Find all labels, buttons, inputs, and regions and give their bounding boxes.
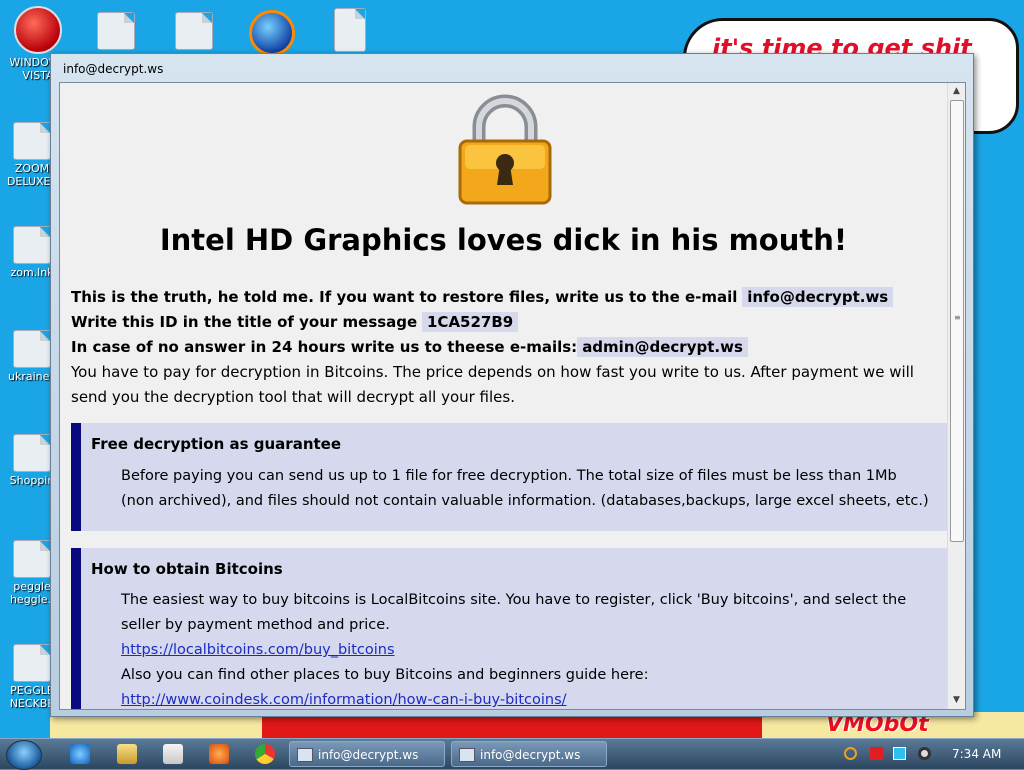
coindesk-link[interactable]: http://www.coindesk.com/information/how-… — [121, 692, 567, 708]
scroll-down-icon[interactable]: ▼ — [948, 692, 965, 709]
free-decryption-box: Free decryption as guarantee Before payi… — [71, 423, 947, 531]
scrollbar-thumb[interactable]: ≡ — [950, 100, 964, 542]
bitcoin-text-2: Also you can find other places to buy Bi… — [121, 667, 649, 683]
window-icon — [297, 748, 313, 762]
bitcoin-text-1: The easiest way to buy bitcoins is Local… — [121, 592, 907, 633]
monitor-icon[interactable] — [893, 747, 906, 760]
globe-icon — [249, 10, 295, 56]
flag-icon[interactable] — [870, 747, 883, 760]
media-player-icon[interactable] — [163, 744, 183, 764]
payment-paragraph: You have to pay for decryption in Bitcoi… — [71, 363, 914, 406]
localbitcoins-link[interactable]: https://localbitcoins.com/buy_bitcoins — [121, 642, 395, 658]
note-line-restore: This is the truth, he told me. If you wa… — [71, 287, 894, 307]
window-icon — [459, 748, 475, 762]
taskbar: info@decrypt.ws info@decrypt.ws 7:34 AM — [0, 738, 1024, 770]
file-icon — [13, 226, 51, 264]
document-icon — [334, 8, 366, 52]
chrome-icon[interactable] — [255, 744, 275, 764]
file-icon — [13, 644, 51, 682]
folder-icon[interactable] — [117, 744, 137, 764]
internet-explorer-icon[interactable] — [70, 744, 90, 764]
file-icon — [175, 12, 213, 50]
backup-text: In case of no answer in 24 hours write u… — [71, 338, 578, 356]
app-icon[interactable] — [209, 744, 229, 764]
desktop-icon-file[interactable] — [164, 12, 224, 52]
ransom-note-window[interactable]: info@decrypt.ws Intel HD Graphics loves … — [50, 53, 974, 717]
clock[interactable]: 7:34 AM — [952, 747, 1001, 761]
file-icon — [13, 122, 51, 160]
file-icon — [97, 12, 135, 50]
backup-email: admin@decrypt.ws — [577, 337, 748, 357]
window-body: Intel HD Graphics loves dick in his mout… — [59, 82, 966, 710]
window-title: info@decrypt.ws — [63, 62, 164, 76]
note-line-backup: In case of no answer in 24 hours write u… — [71, 337, 748, 357]
file-icon — [13, 330, 51, 368]
bitcoin-box: How to obtain Bitcoins The easiest way t… — [71, 548, 947, 709]
note-line-id: Write this ID in the title of your messa… — [71, 312, 519, 332]
start-button[interactable] — [6, 740, 42, 770]
contact-email: info@decrypt.ws — [742, 287, 894, 307]
free-decryption-title: Free decryption as guarantee — [91, 435, 342, 453]
vista-icon — [14, 6, 62, 54]
search-icon[interactable] — [844, 747, 857, 760]
desktop-icon-file[interactable] — [86, 12, 146, 52]
lock-icon — [458, 94, 552, 205]
restore-text: This is the truth, he told me. If you wa… — [71, 288, 738, 306]
taskbar-window-2[interactable]: info@decrypt.ws — [451, 741, 607, 767]
free-decryption-text: Before paying you can send us up to 1 fi… — [121, 468, 929, 509]
file-icon — [13, 434, 51, 472]
bitcoin-instructions: The easiest way to buy bitcoins is Local… — [121, 588, 931, 709]
vertical-scrollbar[interactable]: ▲ ≡ ▼ — [947, 83, 965, 709]
bitcoin-title: How to obtain Bitcoins — [91, 560, 283, 578]
note-content: Intel HD Graphics loves dick in his mout… — [60, 83, 947, 709]
desktop-icon-document[interactable] — [320, 8, 380, 54]
scroll-up-icon[interactable]: ▲ — [948, 83, 965, 100]
id-text: Write this ID in the title of your messa… — [71, 313, 418, 331]
file-icon — [13, 540, 51, 578]
desktop-icon-globe[interactable] — [242, 10, 302, 56]
volume-icon[interactable] — [918, 747, 931, 760]
note-heading: Intel HD Graphics loves dick in his mout… — [159, 223, 848, 257]
grip-icon: ≡ — [954, 313, 961, 322]
taskbar-window-1[interactable]: info@decrypt.ws — [289, 741, 445, 767]
victim-id: 1CA527B9 — [422, 312, 519, 332]
